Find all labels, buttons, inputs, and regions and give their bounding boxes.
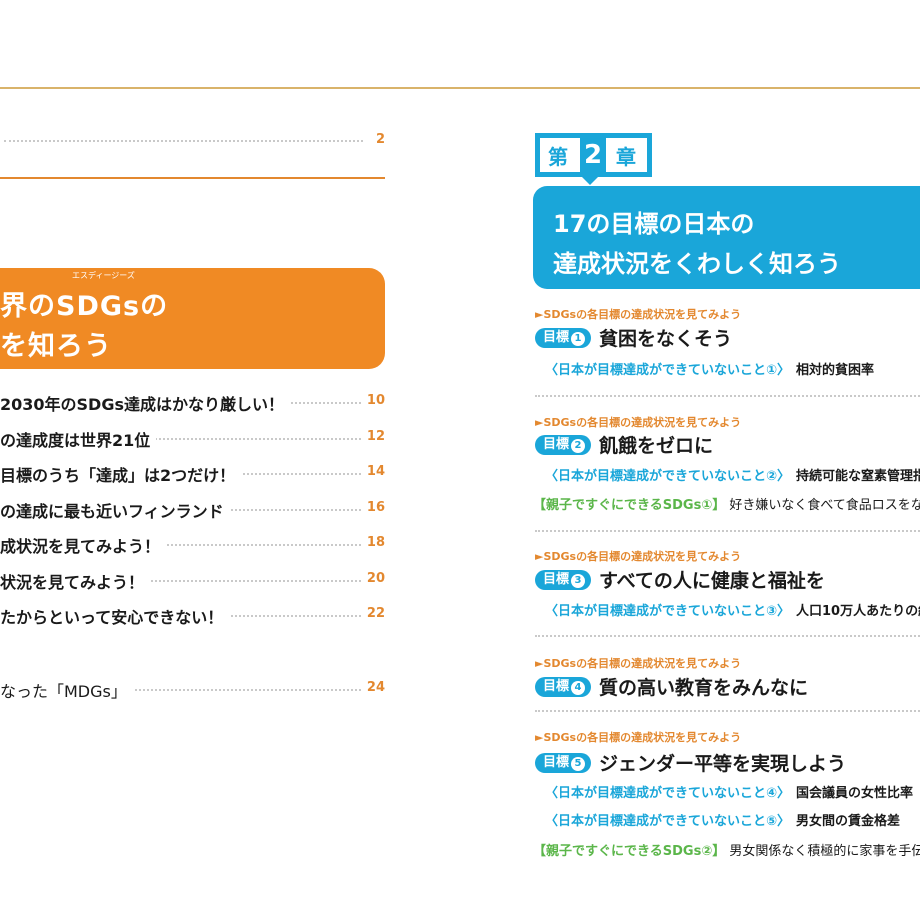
section-head: ►SDGsの各目標の達成状況を見てみよう	[535, 550, 742, 563]
toc-item[interactable]: たからといって安心できない！ 22	[0, 596, 385, 632]
page-number: 10	[366, 393, 385, 408]
section-head: ►SDGsの各目標の達成状況を見てみよう	[535, 731, 742, 744]
toc-item-title: の達成度は世界21位	[0, 426, 157, 451]
oyako-text: 男女関係なく積極的に家事を手伝お	[729, 844, 920, 859]
goal-title: 質の高い教育をみんなに	[599, 677, 809, 699]
toc-item-title: 状況を見てみよう！	[0, 568, 151, 593]
chapter2-title-line1: 17の目標の日本の	[553, 210, 755, 238]
sub-item-label: 〈日本が目標達成ができていないこと②〉	[545, 469, 791, 484]
goal-number: 5	[571, 757, 586, 771]
section-head: ►SDGsの各目標の達成状況を見てみよう	[535, 308, 742, 321]
page-number: 24	[366, 679, 385, 695]
sub-item-title: 相対的貧困率	[796, 363, 875, 378]
divider	[535, 635, 920, 637]
toc-item[interactable]: 状況を見てみよう！ 20	[0, 561, 385, 597]
toc-intro-row[interactable]: 2	[0, 128, 385, 154]
sub-item-title: 男女間の賃金格差	[796, 814, 901, 829]
sub-item[interactable]: 〈日本が目標達成ができていないこと④〉 国会議員の女性比率	[545, 782, 913, 801]
table-of-contents: 2030年のSDGs達成はかなり厳しい！ 10 の達成度は世界21位 12 目標…	[0, 383, 385, 705]
goal-chip-label: 目標	[543, 679, 570, 694]
toc-item-title: 成状況を見てみよう！	[0, 533, 167, 557]
sub-item-title: 持続可能な窒素管理指数	[796, 469, 920, 484]
ruby-text: エスディージーズ	[72, 271, 135, 280]
toc-item-title: 2030年のSDGs達成はかなり厳しい！	[0, 391, 290, 415]
goal-chip-label: 目標	[543, 572, 570, 587]
page-number: 16	[366, 499, 385, 515]
oyako-label: 【親子ですぐにできるSDGs②】	[533, 844, 726, 859]
page-number: 22	[366, 606, 385, 621]
chapter1-title-line2: を知ろう	[0, 331, 112, 362]
toc-item[interactable]: 目標のうち「達成」は2つだけ！ 14	[0, 454, 385, 490]
page-number: 18	[366, 535, 385, 550]
goal-chip: 目標 1	[535, 328, 592, 348]
section-head: ►SDGsの各目標の達成状況を見てみよう	[535, 657, 742, 670]
toc-item[interactable]: なった「MDGs」 24	[0, 670, 385, 706]
chapter2-title-line2: 達成状況をくわしく知ろう	[553, 250, 841, 278]
page-number: 20	[366, 570, 385, 586]
toc-item-title: なった「MDGs」	[0, 677, 133, 702]
toc-item-title: たからといって安心できない！	[0, 604, 230, 628]
divider	[535, 530, 920, 532]
goal-chip: 目標 5	[535, 753, 592, 773]
goal-number: 1	[571, 332, 586, 346]
goal-number: 4	[571, 681, 586, 695]
section-rule	[0, 177, 385, 179]
oyako-item[interactable]: 【親子ですぐにできるSDGs①】 好き嫌いなく食べて食品ロスをなく	[533, 494, 920, 513]
badge-number: 2	[580, 138, 606, 172]
oyako-label: 【親子ですぐにできるSDGs①】	[533, 498, 726, 513]
page-number: 2	[375, 132, 385, 147]
toc-item[interactable]: の達成度は世界21位 12	[0, 419, 385, 455]
goal-chip: 目標 3	[535, 570, 592, 590]
badge-sho: 章	[616, 145, 636, 169]
badge-dai: 第	[548, 145, 568, 169]
chapter1-title-line1: 界のSDGsの	[0, 291, 169, 322]
toc-item[interactable]: の達成に最も近いフィンランド 16	[0, 490, 385, 526]
goal-chip-label: 目標	[543, 330, 570, 345]
oyako-text: 好き嫌いなく食べて食品ロスをなく	[729, 498, 920, 513]
sub-item-label: 〈日本が目標達成ができていないこと⑤〉	[545, 814, 791, 829]
sub-item[interactable]: 〈日本が目標達成ができていないこと①〉 相対的貧困率	[545, 359, 874, 378]
chapter2-badge: 第 2 章	[535, 133, 652, 177]
goal-title: すべての人に健康と福祉を	[599, 570, 825, 592]
toc-item-title: の達成に最も近いフィンランド	[0, 497, 230, 522]
sub-item-label: 〈日本が目標達成ができていないこと①〉	[545, 363, 791, 378]
sub-item[interactable]: 〈日本が目標達成ができていないこと②〉持続可能な窒素管理指数	[545, 465, 920, 484]
badge-pointer	[582, 177, 598, 185]
oyako-item[interactable]: 【親子ですぐにできるSDGs②】 男女関係なく積極的に家事を手伝お	[533, 840, 920, 859]
divider	[535, 395, 920, 397]
goal-chip: 目標 2	[535, 435, 592, 455]
page-number: 14	[366, 464, 385, 479]
sub-item[interactable]: 〈日本が目標達成ができていないこと③〉人口10万人あたりの結核発	[545, 600, 920, 619]
goal-chip: 目標 4	[535, 677, 592, 697]
top-rule	[0, 87, 920, 89]
chapter2-banner: 17の目標の日本の 達成状況をくわしく知ろう	[533, 186, 920, 289]
goal-title: 貧困をなくそう	[599, 328, 733, 350]
toc-item[interactable]: 2030年のSDGs達成はかなり厳しい！ 10	[0, 383, 385, 419]
sub-item-title: 国会議員の女性比率	[796, 786, 914, 801]
goal-title: 飢餓をゼロに	[599, 435, 714, 457]
goal-number: 2	[571, 439, 586, 453]
page-number: 12	[366, 428, 385, 444]
divider	[535, 710, 920, 712]
chapter1-banner: エスディージーズ 界のSDGsの を知ろう	[0, 268, 385, 369]
toc-item[interactable]: 成状況を見てみよう！ 18	[0, 525, 385, 561]
sub-item-label: 〈日本が目標達成ができていないこと④〉	[545, 786, 791, 801]
sub-item[interactable]: 〈日本が目標達成ができていないこと⑤〉 男女間の賃金格差	[545, 810, 900, 829]
sub-item-label: 〈日本が目標達成ができていないこと③〉	[545, 604, 791, 619]
goal-title: ジェンダー平等を実現しよう	[599, 753, 847, 775]
toc-item-title: 目標のうち「達成」は2つだけ！	[0, 462, 242, 486]
goal-chip-label: 目標	[543, 755, 570, 770]
section-head: ►SDGsの各目標の達成状況を見てみよう	[535, 416, 742, 429]
goal-number: 3	[571, 574, 586, 588]
leader-dots	[4, 140, 363, 142]
sub-item-title: 人口10万人あたりの結核発	[796, 604, 920, 619]
goal-chip-label: 目標	[543, 437, 570, 452]
